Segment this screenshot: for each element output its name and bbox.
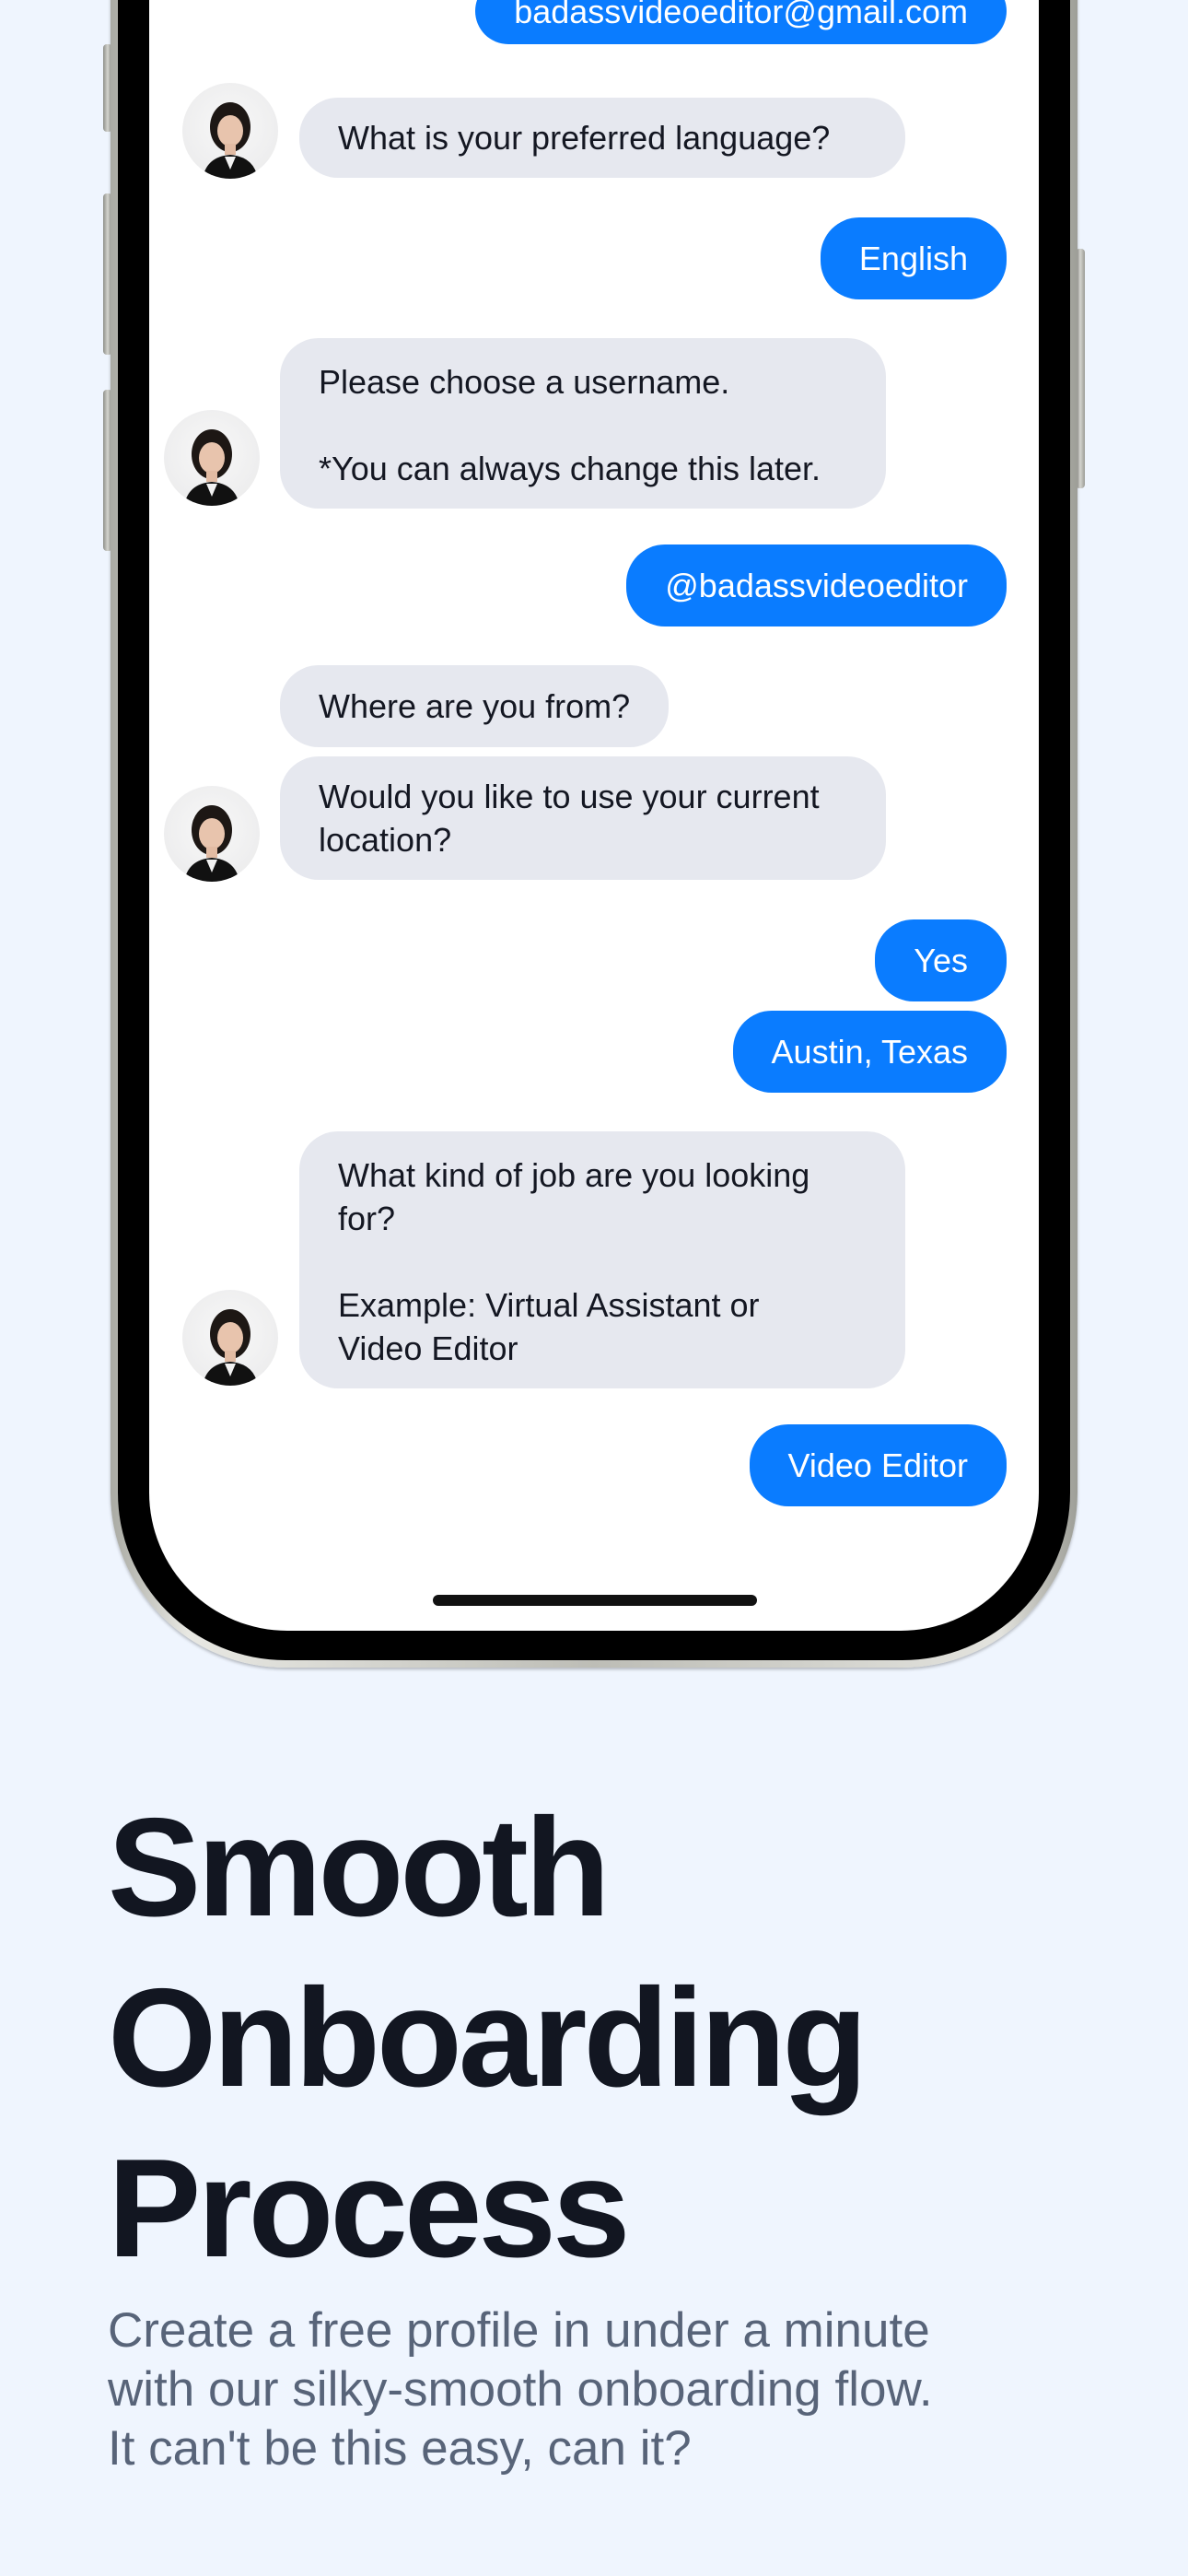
message-line [338, 1240, 867, 1283]
chat-message-bot: Would you like to use your current locat… [280, 756, 886, 880]
subtitle: Create a free profile in under a minute … [108, 2301, 1121, 2478]
message-line: Video Editor [338, 1329, 518, 1367]
chat-message-user: Video Editor [749, 1424, 1007, 1506]
recruiter-avatar [164, 786, 260, 882]
recruiter-avatar [182, 83, 278, 179]
message-line: location? [319, 821, 452, 859]
chat-message-user: badassvideoeditor@gmail.com [475, 0, 1007, 44]
chat-message-bot: What kind of job are you looking for? Ex… [299, 1131, 905, 1388]
headline-line: Onboarding [108, 1960, 868, 2116]
chat-message-bot: Please choose a username. *You can alway… [280, 338, 886, 509]
message-text: @badassvideoeditor [665, 567, 968, 604]
subtitle-line: Create a free profile in under a minute [108, 2303, 930, 2358]
recruiter-avatar [182, 1290, 278, 1386]
phone-screen: badassvideoeditor@gmail.com What is your… [149, 0, 1039, 1631]
message-line: What is your preferred language? [338, 119, 831, 157]
message-line: Where are you from? [319, 687, 631, 725]
home-indicator [433, 1595, 757, 1606]
chat-message-bot: What is your preferred language? [299, 98, 905, 178]
message-line: What kind of job are you looking [338, 1156, 810, 1194]
message-line: Example: Virtual Assistant or [338, 1286, 760, 1324]
message-line: *You can always change this later. [319, 450, 821, 487]
message-text: badassvideoeditor@gmail.com [514, 0, 968, 30]
chat-message-user: English [820, 217, 1007, 299]
headline-line: Smooth [108, 1789, 611, 1946]
recruiter-avatar-icon [184, 805, 239, 882]
chat-message-bot: Where are you from? [280, 665, 670, 747]
message-text: Austin, Texas [771, 1033, 968, 1071]
message-line [319, 404, 847, 447]
recruiter-avatar-icon [203, 1309, 258, 1386]
message-text: English [858, 240, 968, 277]
recruiter-avatar [164, 410, 260, 506]
headline-line: Process [108, 2130, 631, 2287]
message-text: Yes [914, 942, 968, 979]
recruiter-avatar-icon [203, 102, 258, 179]
recruiter-avatar-icon [184, 429, 239, 506]
message-line: for? [338, 1200, 396, 1237]
message-text: Video Editor [787, 1446, 968, 1484]
headline: Smooth Onboarding Process [108, 1783, 868, 2294]
chat-message-user: @badassvideoeditor [626, 544, 1007, 626]
chat-message-user: Austin, Texas [732, 1011, 1007, 1093]
subtitle-line: with our silky-smooth onboarding flow. [108, 2362, 933, 2417]
subtitle-line: It can't be this easy, can it? [108, 2421, 692, 2476]
message-line: Please choose a username. [319, 363, 730, 401]
chat-message-user: Yes [875, 919, 1007, 1001]
message-line: Would you like to use your current [319, 778, 820, 815]
